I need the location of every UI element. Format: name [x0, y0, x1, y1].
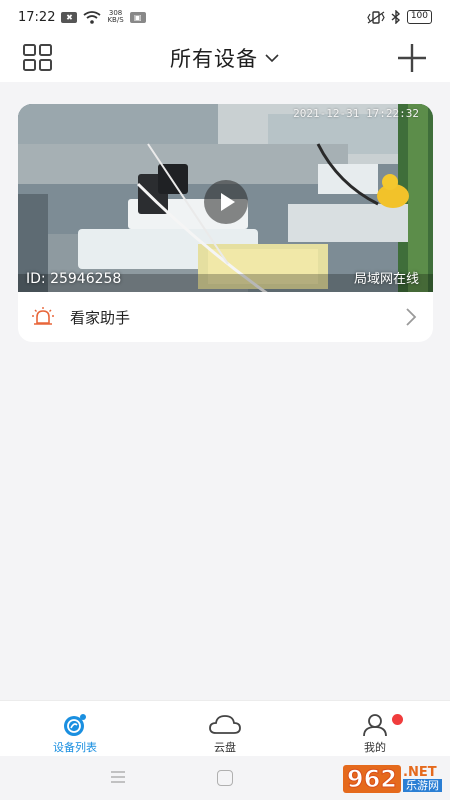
top-bar: 所有设备 [0, 34, 450, 82]
system-nav-bar: 962 .NET 乐游网 [0, 756, 450, 800]
play-button[interactable] [204, 180, 248, 224]
device-list: 2021-12-31 17:22:32 ID: 25946258 局域网在线 看… [0, 82, 450, 700]
menu-icon[interactable] [110, 770, 126, 784]
watermark-text: .NET 乐游网 [403, 766, 442, 792]
watermark-site-name: 乐游网 [403, 779, 442, 792]
app-notification-icon: ▣ [129, 11, 146, 23]
camera-icon [64, 714, 86, 736]
status-right: 100 [367, 10, 432, 24]
home-assistant-row[interactable]: 看家助手 [18, 292, 433, 342]
nav-label-profile: 我的 [364, 741, 386, 754]
device-status: 局域网在线 [353, 272, 419, 287]
nav-profile[interactable]: 我的 [300, 701, 450, 756]
status-left: 17:22 ✖ 308 KB/S ▣ [18, 10, 146, 25]
notification-badge [392, 714, 403, 725]
vibrate-icon [367, 10, 385, 24]
camera-preview[interactable]: 2021-12-31 17:22:32 ID: 25946258 局域网在线 [18, 104, 433, 292]
status-bar: 17:22 ✖ 308 KB/S ▣ 100 [0, 0, 450, 34]
nav-cloud[interactable]: 云盘 [150, 701, 300, 756]
nav-label-device-list: 设备列表 [53, 741, 97, 754]
grid-view-icon[interactable] [22, 43, 54, 73]
watermark-suffix: .NET [403, 765, 437, 780]
chevron-down-icon [265, 54, 279, 63]
wifi-icon [83, 10, 102, 24]
assistant-label: 看家助手 [70, 308, 131, 327]
page-title: 所有设备 [170, 47, 258, 71]
bottom-nav: 设备列表 云盘 我的 [0, 700, 450, 756]
device-card[interactable]: 2021-12-31 17:22:32 ID: 25946258 局域网在线 看… [18, 104, 433, 342]
nav-device-list[interactable]: 设备列表 [0, 701, 150, 756]
alarm-icon [32, 307, 54, 325]
site-watermark: 962 .NET 乐游网 [342, 764, 442, 794]
net-speed-unit: KB/S [107, 16, 124, 24]
bluetooth-icon [391, 10, 400, 24]
device-id: ID: 25946258 [26, 271, 122, 287]
status-time: 17:22 [18, 9, 56, 25]
add-device-icon[interactable] [396, 42, 428, 74]
device-filter-dropdown[interactable]: 所有设备 [170, 43, 280, 73]
battery-indicator: 100 [406, 10, 432, 24]
chevron-right-icon [406, 308, 417, 326]
notification-icon: ✖ [61, 11, 78, 23]
cloud-icon [209, 715, 241, 734]
watermark-number: 962 [342, 765, 401, 794]
net-speed: 308 KB/S [107, 10, 123, 24]
nav-label-cloud: 云盘 [214, 741, 236, 754]
play-icon [221, 193, 235, 211]
camera-timestamp: 2021-12-31 17:22:32 [293, 107, 419, 120]
home-button[interactable] [217, 770, 233, 786]
user-icon [363, 714, 387, 737]
